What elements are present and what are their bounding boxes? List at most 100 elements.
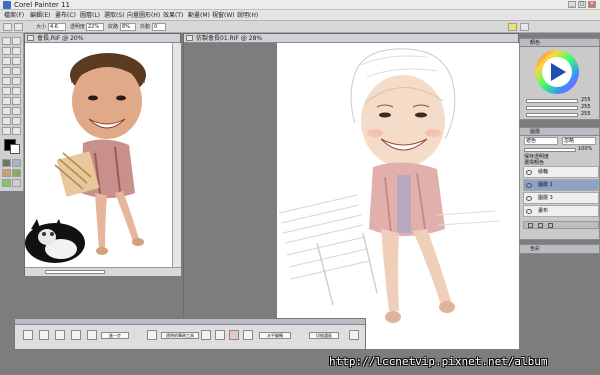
source-document-title: 會長.RIF @ 20% <box>25 34 180 43</box>
layer-opacity-slider[interactable] <box>524 148 576 152</box>
painter-logo-icon <box>3 1 11 9</box>
layer-row[interactable]: 繪輪 <box>523 166 599 178</box>
weave-selector-icon[interactable] <box>12 179 21 187</box>
smudge-brush-icon[interactable] <box>243 330 253 340</box>
brush-variant-icon[interactable] <box>520 23 529 31</box>
close-button[interactable]: × <box>588 1 596 8</box>
layer-row[interactable]: 圖層 3 <box>523 192 599 204</box>
flip-horizontal-button[interactable]: 水平翻轉 <box>259 332 291 339</box>
liquid-ink-icon[interactable] <box>349 330 359 340</box>
dropper-tool-icon[interactable] <box>12 37 21 45</box>
oil-brush-icon[interactable] <box>71 330 81 340</box>
clone-tool-icon[interactable] <box>2 97 11 105</box>
grabber-icon[interactable] <box>12 117 21 125</box>
source-vertical-scrollbar[interactable] <box>172 43 181 268</box>
additional-color-swatch[interactable] <box>10 144 20 154</box>
color-slider-v[interactable] <box>526 113 578 117</box>
text-tool-icon[interactable] <box>2 77 11 85</box>
pen-tool-icon[interactable] <box>2 87 11 95</box>
eye-icon[interactable] <box>526 209 532 214</box>
menu-movie[interactable]: 動畫(M) <box>188 10 210 21</box>
transparent-brush-button[interactable]: 透明的筆刷工具 <box>161 332 199 339</box>
eye-icon[interactable] <box>526 196 532 201</box>
menu-help[interactable]: 說明(H) <box>237 10 258 21</box>
rotate-page-icon[interactable] <box>2 127 11 135</box>
burn-tool-icon[interactable] <box>12 107 21 115</box>
airbrush-icon[interactable] <box>55 330 65 340</box>
step-forward-button[interactable]: 進一步 <box>101 332 129 339</box>
mirror-tool-icon[interactable] <box>12 127 21 135</box>
pattern-selector-icon[interactable] <box>12 159 21 167</box>
magnifier-icon[interactable] <box>2 117 11 125</box>
delete-layer-icon[interactable] <box>548 223 553 228</box>
pastel-brush-icon[interactable] <box>201 330 211 340</box>
eye-icon[interactable] <box>526 170 532 175</box>
maximize-button[interactable]: □ <box>578 1 586 8</box>
size-field[interactable]: 4.6 <box>48 23 66 31</box>
size-label: 大小 <box>36 24 47 30</box>
layer-adjuster-icon[interactable] <box>2 57 11 65</box>
lasso-tool-icon[interactable] <box>12 67 21 75</box>
marker-brush-icon[interactable] <box>215 330 225 340</box>
chalk-brush-icon[interactable] <box>87 330 97 340</box>
composite-select[interactable]: 忽略 <box>562 137 596 145</box>
selector-tool-icon[interactable] <box>12 87 21 95</box>
dodge-tool-icon[interactable] <box>2 107 11 115</box>
paper-selector-icon[interactable] <box>2 159 11 167</box>
eraser-brush-icon[interactable] <box>229 330 239 340</box>
shape-tool-icon[interactable] <box>12 77 21 85</box>
blend-mode-select[interactable]: 遮色 <box>524 137 558 145</box>
clone-canvas[interactable] <box>277 43 519 349</box>
paint-bucket-icon[interactable] <box>2 47 11 55</box>
gradient-selector-icon[interactable] <box>2 169 11 177</box>
rubber-stamp-icon[interactable] <box>12 97 21 105</box>
layer-name: 繪輪 <box>538 169 549 175</box>
color-slider-h[interactable] <box>526 99 578 103</box>
menu-canvas[interactable]: 畫布(C) <box>55 10 76 21</box>
crop-tool-icon[interactable] <box>2 67 11 75</box>
nozzle-selector-icon[interactable] <box>12 169 21 177</box>
property-bar: 大小 4.6 透明度 22% 紋路 8% 抖動 0 <box>0 21 600 33</box>
eye-icon[interactable] <box>526 183 532 188</box>
menu-layers[interactable]: 圖層(L) <box>80 10 100 21</box>
layer-row[interactable]: 圖層 1 <box>523 179 599 191</box>
opacity-label: 透明度 <box>70 24 86 30</box>
menu-file[interactable]: 檔案(F) <box>4 10 24 21</box>
layer-opacity-value: 100% <box>578 146 593 152</box>
menu-edit[interactable]: 編輯(E) <box>30 10 50 21</box>
source-horizontal-scrollbar[interactable] <box>45 270 105 274</box>
color-slider-s[interactable] <box>526 106 578 110</box>
menu-shapes[interactable]: 向量圖形(H) <box>127 10 160 21</box>
layer-name: 畫布 <box>538 208 549 214</box>
color-value-v: 255 <box>581 111 591 117</box>
menu-window[interactable]: 視窗(W) <box>212 10 235 21</box>
pick-color-option[interactable]: 選擇顏色 <box>524 159 544 166</box>
layer-name: 圖層 1 <box>538 182 553 188</box>
layers-panel: 圖層 遮色 忽略 100% 保存透明度 選擇顏色 繪輪 圖層 1 圖層 3 畫布 <box>519 127 600 240</box>
watercolor-brush-icon[interactable] <box>147 330 157 340</box>
new-layer-icon[interactable] <box>528 223 533 228</box>
menu-select[interactable]: 選取(S) <box>104 10 125 21</box>
menu-effects[interactable]: 效果(T) <box>163 10 183 21</box>
brush-tool-icon[interactable] <box>2 37 11 45</box>
reset-tool-icon[interactable] <box>14 23 23 31</box>
blender-brush-icon[interactable] <box>39 330 49 340</box>
eraser-tool-icon[interactable] <box>12 47 21 55</box>
toggle-selection-button[interactable]: 切換選區 <box>309 332 339 339</box>
resat-field[interactable]: 0 <box>152 23 166 31</box>
brush-icon[interactable] <box>3 23 12 31</box>
layer-mask-icon[interactable] <box>538 223 543 228</box>
color-set-title: 色彩 <box>520 245 599 253</box>
layer-row[interactable]: 畫布 <box>523 205 599 217</box>
color-value-s: 255 <box>581 104 591 110</box>
pencil-brush-icon[interactable] <box>23 330 33 340</box>
transform-tool-icon[interactable] <box>12 57 21 65</box>
brush-category-icon[interactable] <box>508 23 517 31</box>
minimize-button[interactable]: _ <box>568 1 576 8</box>
color-set-panel[interactable]: 色彩 <box>519 244 600 254</box>
color-wheel[interactable] <box>534 49 580 95</box>
look-selector-icon[interactable] <box>2 179 11 187</box>
grain-field[interactable]: 8% <box>120 23 136 31</box>
opacity-field[interactable]: 22% <box>86 23 104 31</box>
layers-panel-title: 圖層 <box>520 128 599 136</box>
